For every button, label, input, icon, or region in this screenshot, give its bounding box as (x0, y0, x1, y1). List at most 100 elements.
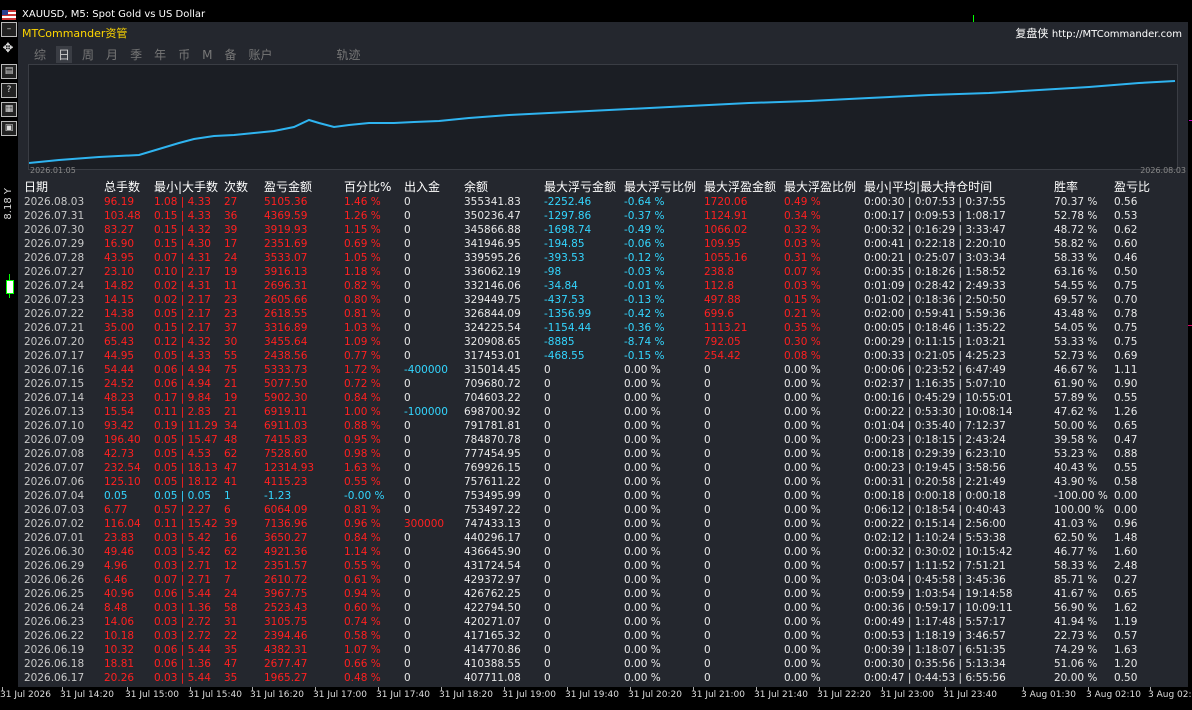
column-header[interactable]: 胜率 (1054, 179, 1078, 195)
table-cell: -393.53 (544, 252, 585, 264)
column-header[interactable]: 百分比% (344, 179, 391, 195)
column-header[interactable]: 最小|平均|最大持仓时间 (864, 179, 992, 195)
table-cell: 0 (704, 434, 711, 446)
table-cell: 1.26 % (344, 210, 381, 222)
table-cell: 5902.30 (264, 392, 308, 404)
tab-2[interactable]: 周 (80, 46, 96, 63)
table-cell: 1.72 % (344, 364, 381, 376)
table-cell: 0.60 % (344, 602, 381, 614)
report-icon[interactable]: ▤ (1, 64, 17, 79)
tab-10[interactable]: 轨迹 (335, 46, 363, 63)
table-cell: 2026.07.06 (24, 476, 85, 488)
table-cell: 0:00:23 | 0:18:15 | 2:43:24 (864, 434, 1006, 446)
table-cell: 0.30 % (784, 336, 821, 348)
table-cell: 0.66 % (344, 658, 381, 670)
table-cell: 1965.27 (264, 672, 308, 684)
column-header[interactable]: 最大浮盈金额 (704, 179, 776, 195)
table-cell: 0 (404, 504, 411, 516)
column-header[interactable]: 盈亏比 (1114, 179, 1150, 195)
table-cell: 5105.36 (264, 196, 308, 208)
column-header[interactable]: 余额 (464, 179, 488, 195)
table-cell: 1.26 (1114, 406, 1138, 418)
tab-6[interactable]: 币 (176, 46, 192, 63)
table-cell: 0.55 % (344, 560, 381, 572)
column-header[interactable]: 最大浮盈比例 (784, 179, 856, 195)
table-cell: 51.06 % (1054, 658, 1098, 670)
minimize-icon[interactable]: – (1, 22, 17, 37)
table-cell: -0.12 % (624, 252, 665, 264)
table-cell: 0 (404, 532, 411, 544)
column-header[interactable]: 出入金 (404, 179, 440, 195)
brand-right-url[interactable]: http://MTCommander.com (1052, 29, 1182, 40)
tab-5[interactable]: 年 (152, 46, 168, 63)
tab-4[interactable]: 季 (128, 46, 144, 63)
table-cell: 426762.25 (464, 588, 521, 600)
tab-3[interactable]: 月 (104, 46, 120, 63)
table-cell: 320908.65 (464, 336, 521, 348)
tab-1[interactable]: 日 (56, 46, 73, 63)
table-cell: 0.00 % (784, 574, 821, 586)
help-icon[interactable]: ? (1, 83, 17, 98)
brand-right[interactable]: 复盘侠 http://MTCommander.com (1015, 25, 1182, 41)
window-icon[interactable]: ▣ (1, 121, 17, 136)
table-cell: 7528.60 (264, 448, 308, 460)
time-axis-label: 3 Aug 02:10 (1086, 690, 1141, 700)
table-cell: 0.00 % (624, 378, 661, 390)
table-cell: 24.52 (104, 378, 135, 390)
table-cell: 39 (224, 224, 238, 236)
table-cell: 2438.56 (264, 350, 308, 362)
table-cell: 6.77 (104, 504, 128, 516)
table-cell: 1.60 (1114, 546, 1138, 558)
column-header[interactable]: 总手数 (104, 179, 140, 195)
table-cell: 48.72 % (1054, 224, 1098, 236)
table-cell: 0.00 % (624, 434, 661, 446)
table-cell: 43.48 % (1054, 308, 1098, 320)
table-cell: 7136.96 (264, 518, 308, 530)
table-cell: 109.95 (704, 238, 741, 250)
table-cell: 0 (704, 518, 711, 530)
column-header[interactable]: 日期 (24, 179, 48, 195)
table-cell: 44.95 (104, 350, 135, 362)
table-cell: 0.00 % (624, 364, 661, 376)
table-cell: 8.48 (104, 602, 128, 614)
tab-7[interactable]: M (200, 48, 214, 62)
table-cell: 0.11 | 15.42 (154, 518, 218, 530)
table-cell: 2026.07.31 (24, 210, 85, 222)
tab-0[interactable]: 综 (32, 46, 48, 63)
table-cell: 0:00:22 | 0:15:14 | 2:56:00 (864, 518, 1006, 530)
table-cell: 0:00:18 | 0:29:39 | 6:23:10 (864, 448, 1006, 460)
table-cell: 0:06:12 | 0:18:54 | 0:40:43 (864, 504, 1006, 516)
table-cell: 1.03 % (344, 322, 381, 334)
move-crosshair-icon[interactable]: ✥ (1, 42, 15, 55)
table-cell: -0.13 % (624, 294, 665, 306)
column-header[interactable]: 盈亏金额 (264, 179, 312, 195)
time-axis-label: 31 Jul 15:00 (125, 690, 179, 700)
table-cell: 0 (404, 322, 411, 334)
tab-9[interactable]: 账户 (246, 46, 274, 63)
column-header[interactable]: 最大浮亏金额 (544, 179, 616, 195)
table-cell: 1.15 % (344, 224, 381, 236)
us-flag-icon (2, 10, 16, 20)
table-cell: 0.57 | 2.27 (154, 504, 211, 516)
table-cell: 0 (404, 616, 411, 628)
table-cell: 85.71 % (1054, 574, 1098, 586)
table-cell: 1 (224, 490, 231, 502)
table-cell: 0 (544, 644, 551, 656)
table-cell: -0.03 % (624, 266, 665, 278)
table-cell: 0.95 % (344, 434, 381, 446)
table-cell: 0.00 % (784, 434, 821, 446)
table-cell: 0.00 % (624, 602, 661, 614)
table-cell: 0:00:21 | 0:25:07 | 3:03:34 (864, 252, 1006, 264)
settings-icon[interactable]: ▦ (1, 102, 17, 117)
table-cell: 0:00:36 | 0:59:17 | 10:09:11 (864, 602, 1013, 614)
table-cell: 39.58 % (1054, 434, 1098, 446)
table-cell: 2026.06.30 (24, 546, 85, 558)
table-cell: 2026.07.21 (24, 322, 85, 334)
column-header[interactable]: 最小|大手数 (154, 179, 218, 195)
table-cell: 10.18 (104, 630, 135, 642)
table-cell: 0.07 | 2.71 (154, 574, 211, 586)
table-cell: 0 (404, 574, 411, 586)
column-header[interactable]: 最大浮亏比例 (624, 179, 696, 195)
tab-8[interactable]: 备 (222, 46, 238, 63)
column-header[interactable]: 次数 (224, 179, 248, 195)
